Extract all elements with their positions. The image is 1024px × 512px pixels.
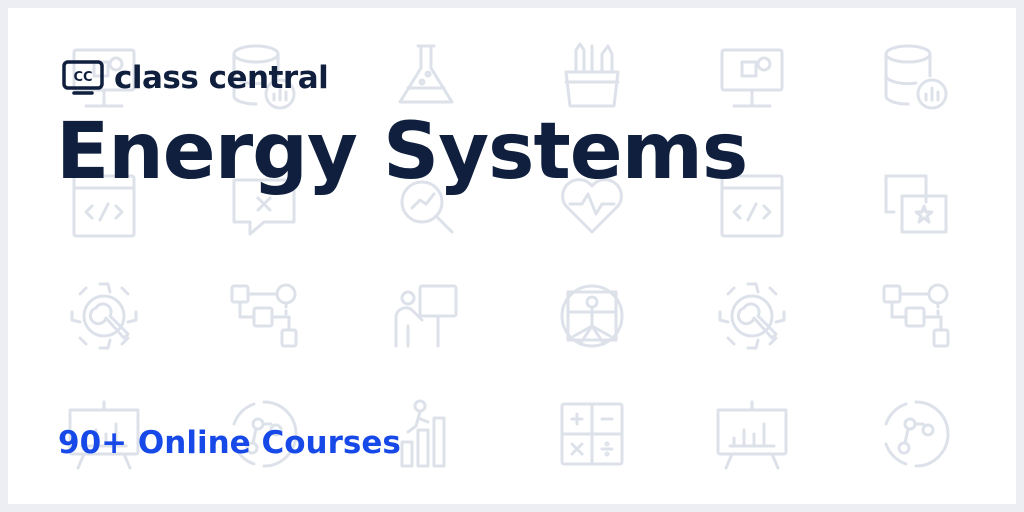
gear-wrench-icon <box>70 282 138 350</box>
vitruvian-man-icon <box>560 284 624 348</box>
flask-icon <box>398 44 454 104</box>
teacher-board-icon <box>394 284 458 348</box>
gear-wrench-icon <box>718 282 786 350</box>
class-central-logo: CC class central <box>62 59 329 96</box>
banner-card: CC class central Energy Systems 90+ Onli… <box>8 8 1016 504</box>
pencil-cup-icon <box>564 42 620 108</box>
page-title: Energy Systems <box>56 107 748 197</box>
career-growth-icon <box>400 399 446 468</box>
flowchart-icon <box>882 283 950 348</box>
chart-board-icon <box>716 400 788 470</box>
logo-mark-text: CC <box>73 70 92 85</box>
flowchart-icon <box>230 283 298 348</box>
brand-name: class central <box>114 59 329 96</box>
class-central-logo-icon: CC <box>62 60 104 95</box>
chat-star-icon <box>884 174 948 234</box>
presentation-board-icon <box>720 48 784 108</box>
database-chart-icon <box>884 44 948 110</box>
globe-network-icon <box>884 400 950 468</box>
course-count-label: 90+ Online Courses <box>58 425 401 461</box>
calculator-icon <box>560 402 624 466</box>
